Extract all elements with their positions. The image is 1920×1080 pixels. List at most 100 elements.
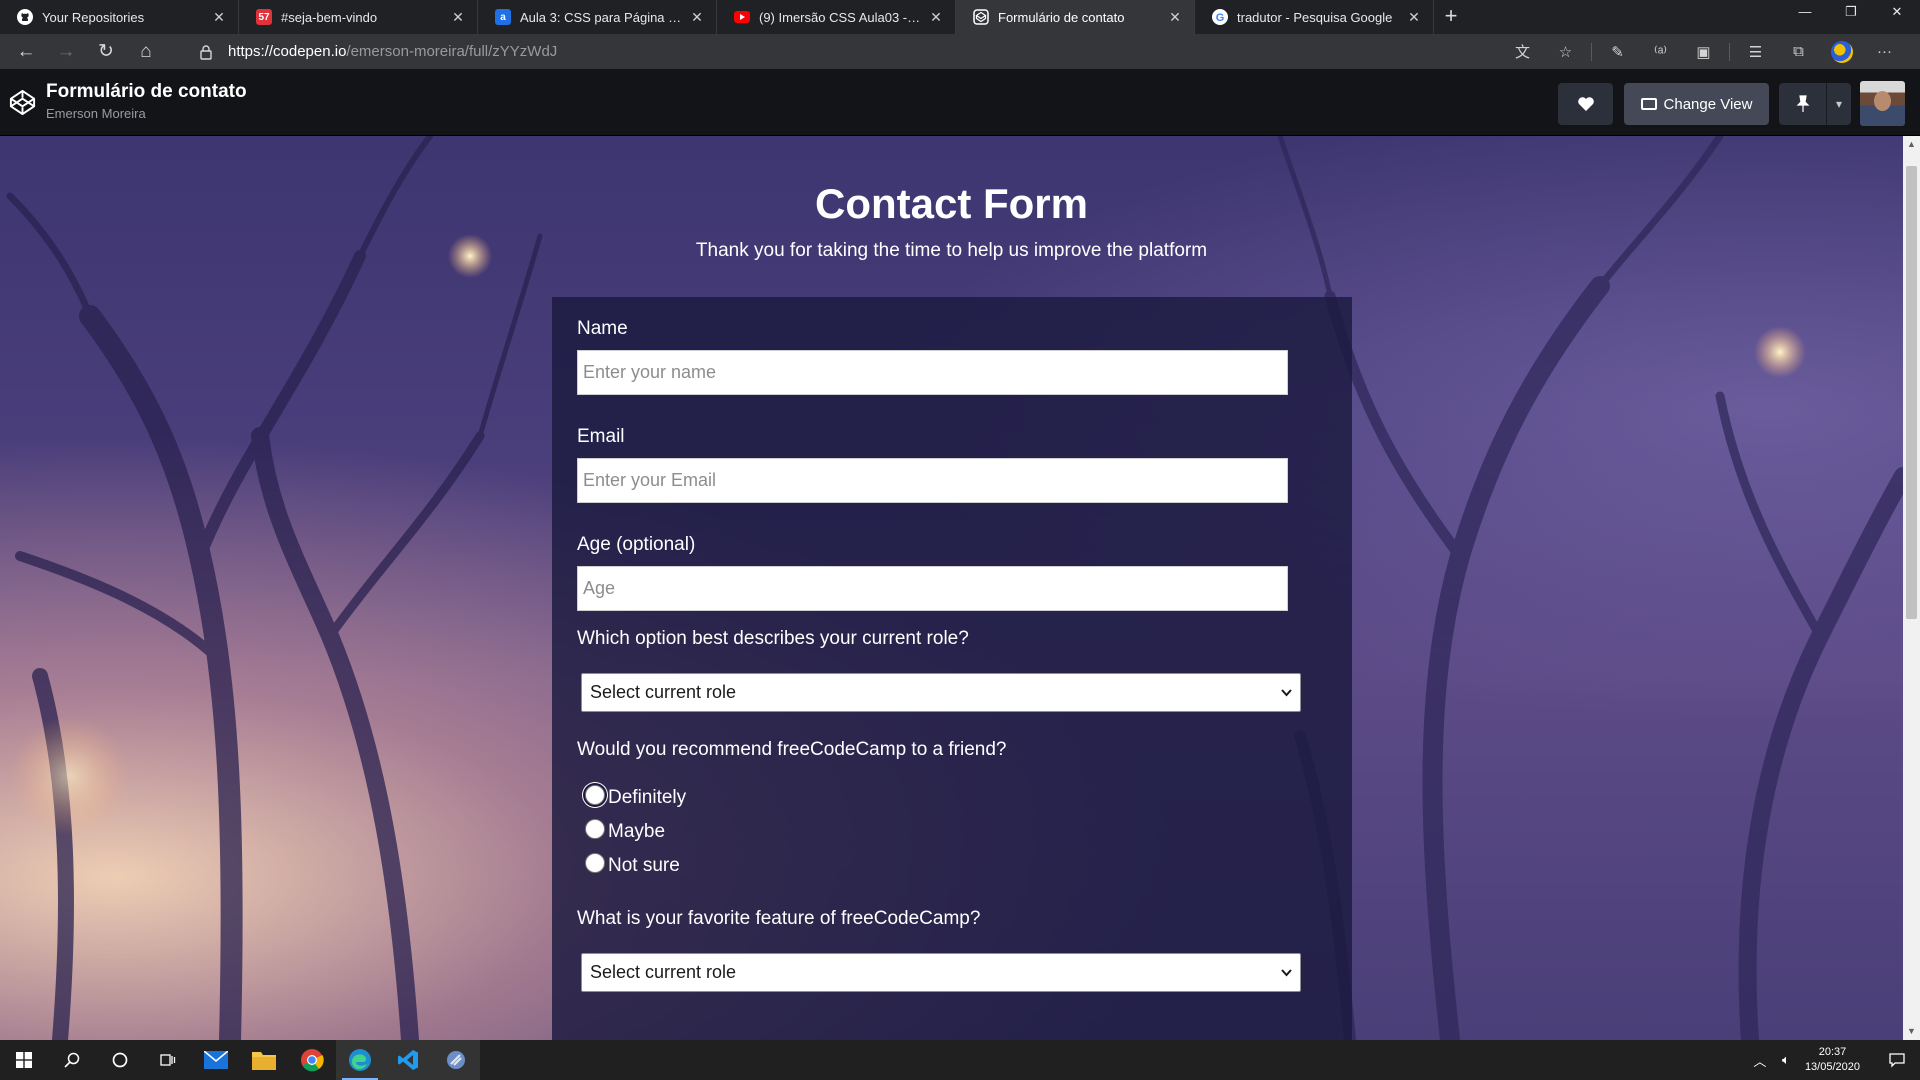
role-dropdown[interactable]: Select current role xyxy=(581,673,1301,712)
url-host: https://codepen.io xyxy=(228,43,347,60)
vscode-app-icon[interactable] xyxy=(384,1040,432,1080)
close-tab-icon[interactable]: ✕ xyxy=(927,8,945,26)
close-tab-icon[interactable]: ✕ xyxy=(210,8,228,26)
radio-option-maybe[interactable]: Maybe xyxy=(585,819,666,843)
close-window-icon[interactable]: ✕ xyxy=(1874,0,1920,26)
survey-form: Name Email Age (optional) Which option b… xyxy=(552,297,1352,1040)
age-input[interactable] xyxy=(577,566,1288,611)
close-tab-icon[interactable]: ✕ xyxy=(1166,8,1184,26)
search-icon[interactable] xyxy=(48,1040,96,1080)
system-tray: ︿ 🔈︎ 20:37 13/05/2020 xyxy=(1747,1040,1920,1080)
change-view-button[interactable]: Change View xyxy=(1624,83,1769,125)
codepen-logo-icon[interactable] xyxy=(8,88,37,117)
tab-title: Aula 3: CSS para Página Pessoal xyxy=(520,9,715,25)
heart-icon xyxy=(1577,97,1594,111)
profile-icon[interactable] xyxy=(1820,34,1863,69)
scroll-down-icon[interactable]: ▼ xyxy=(1903,1023,1920,1040)
chevron-down-icon[interactable]: ▾ xyxy=(1827,83,1851,125)
radio-label: Definitely xyxy=(608,787,687,808)
close-tab-icon[interactable]: ✕ xyxy=(688,8,706,26)
pin-icon[interactable] xyxy=(1779,83,1827,125)
browser-tab-strip: Your Repositories ✕ 57 #seja-bem-vindo ✕… xyxy=(0,0,1920,34)
toolbar-icons: 文 ☆ ✎ ⁽ᵃ⁾ ▣ ☰ ⧉ ··· xyxy=(1501,34,1906,69)
chevron-up-icon[interactable]: ︿ xyxy=(1747,1040,1773,1080)
window-controls: — ❐ ✕ xyxy=(1782,0,1920,34)
new-tab-button[interactable]: + xyxy=(1434,0,1468,34)
pen-extension-icon[interactable]: ✎ xyxy=(1596,34,1639,69)
alura-icon: a xyxy=(495,9,511,25)
utility-app-icon[interactable] xyxy=(432,1040,480,1080)
heart-button[interactable] xyxy=(1558,83,1613,125)
extension-badge-icon[interactable]: ▣ xyxy=(1682,34,1725,69)
mail-app-icon[interactable] xyxy=(192,1040,240,1080)
address-bar[interactable]: https://codepen.io/emerson-moreira/full/… xyxy=(192,38,1522,65)
change-view-label: Change View xyxy=(1663,95,1753,113)
age-label: Age (optional) xyxy=(577,534,696,555)
forward-icon[interactable]: → xyxy=(46,34,86,69)
pen-author[interactable]: Emerson Moreira xyxy=(46,106,146,121)
radio-button[interactable] xyxy=(585,819,605,839)
windows-taskbar: ︿ 🔈︎ 20:37 13/05/2020 xyxy=(0,1040,1920,1080)
email-input[interactable] xyxy=(577,458,1288,503)
email-label: Email xyxy=(577,426,625,447)
tab-title: Formulário de contato xyxy=(998,9,1125,25)
start-windows-icon[interactable] xyxy=(0,1040,48,1080)
role-question: Which option best describes your current… xyxy=(577,628,969,649)
close-tab-icon[interactable]: ✕ xyxy=(449,8,467,26)
chevron-down-icon xyxy=(1281,954,1292,1006)
more-menu-icon[interactable]: ··· xyxy=(1863,34,1906,69)
favorite-star-icon[interactable]: ☆ xyxy=(1544,34,1587,69)
edge-app-icon[interactable] xyxy=(336,1040,384,1080)
github-icon xyxy=(17,9,33,25)
svg-text:G: G xyxy=(1216,12,1225,24)
file-explorer-icon[interactable] xyxy=(240,1040,288,1080)
radio-option-definitely[interactable]: Definitely xyxy=(585,785,687,809)
favorites-icon[interactable]: ☰ xyxy=(1734,34,1777,69)
tab-aula-3[interactable]: a Aula 3: CSS para Página Pessoal ✕ xyxy=(478,0,717,34)
minimize-icon[interactable]: — xyxy=(1782,0,1828,26)
pen-title: Formulário de contato xyxy=(46,81,247,102)
page-scrollbar[interactable]: ▲ ▼ xyxy=(1903,136,1920,1040)
chrome-app-icon[interactable] xyxy=(288,1040,336,1080)
tab-your-repositories[interactable]: Your Repositories ✕ xyxy=(0,0,239,34)
back-icon[interactable]: ← xyxy=(6,34,46,69)
system-clock[interactable]: 20:37 13/05/2020 xyxy=(1805,1045,1860,1075)
close-tab-icon[interactable]: ✕ xyxy=(1405,8,1423,26)
reload-icon[interactable]: ↻ xyxy=(86,34,126,69)
feature-question: What is your favorite feature of freeCod… xyxy=(577,908,981,929)
radio-option-not-sure[interactable]: Not sure xyxy=(585,853,680,877)
tab-title: tradutor - Pesquisa Google xyxy=(1237,9,1393,25)
extension-icon[interactable]: ⁽ᵃ⁾ xyxy=(1639,34,1682,69)
radio-button[interactable] xyxy=(585,785,605,805)
tab-seja-bem-vindo[interactable]: 57 #seja-bem-vindo ✕ xyxy=(239,0,478,34)
chevron-down-icon xyxy=(1281,674,1292,726)
name-input[interactable] xyxy=(577,350,1288,395)
pin-button[interactable]: ▾ xyxy=(1779,83,1851,125)
translate-icon[interactable]: 文 xyxy=(1501,34,1544,69)
recommend-question: Would you recommend freeCodeCamp to a fr… xyxy=(577,739,1007,760)
cortana-icon[interactable] xyxy=(96,1040,144,1080)
scroll-up-icon[interactable]: ▲ xyxy=(1903,136,1920,153)
feature-dropdown-value: Select current role xyxy=(590,962,737,982)
page-viewport: Contact Form Thank you for taking the ti… xyxy=(0,136,1903,1040)
tab-formulario-de-contato[interactable]: Formulário de contato ✕ xyxy=(956,0,1195,34)
lock-icon xyxy=(200,44,212,60)
radio-label: Maybe xyxy=(608,821,666,842)
collections-icon[interactable]: ⧉ xyxy=(1777,34,1820,69)
form-description: Thank you for taking the time to help us… xyxy=(695,240,1208,261)
youtube-icon xyxy=(734,9,750,25)
notifications-icon[interactable] xyxy=(1874,1040,1920,1080)
discord-icon: 57 xyxy=(256,9,272,25)
codepen-header: Formulário de contato Emerson Moreira Ch… xyxy=(0,69,1920,136)
radio-button[interactable] xyxy=(585,853,605,873)
tab-tradutor[interactable]: G tradutor - Pesquisa Google ✕ xyxy=(1195,0,1434,34)
feature-dropdown[interactable]: Select current role xyxy=(581,953,1301,992)
tab-imersao-css[interactable]: (9) Imersão CSS Aula03 - Colunas ✕ xyxy=(717,0,956,34)
scroll-thumb[interactable] xyxy=(1906,166,1917,619)
form-title: Contact Form xyxy=(815,180,1088,227)
home-icon[interactable]: ⌂ xyxy=(126,34,166,69)
restore-icon[interactable]: ❐ xyxy=(1828,0,1874,26)
user-avatar[interactable] xyxy=(1860,81,1905,126)
volume-icon[interactable]: 🔈︎ xyxy=(1773,1040,1799,1080)
task-view-icon[interactable] xyxy=(144,1040,192,1080)
